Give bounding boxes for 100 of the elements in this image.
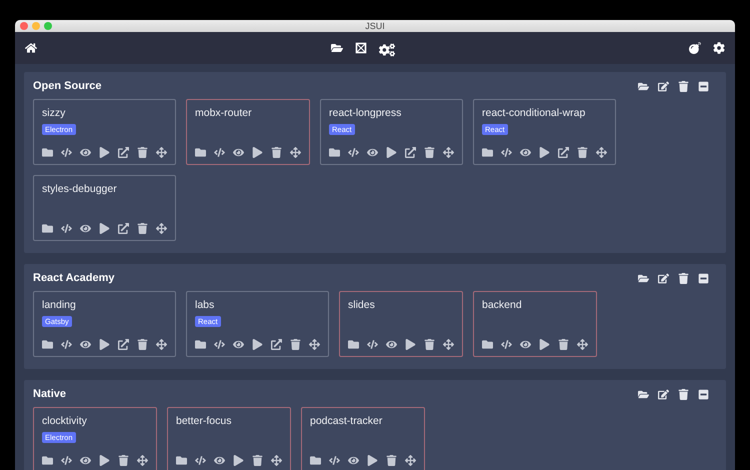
frame-icon[interactable]	[355, 42, 367, 54]
gears-icon[interactable]	[379, 42, 395, 54]
trash-icon[interactable]	[558, 339, 569, 350]
folder-icon[interactable]	[329, 147, 340, 158]
trash-icon[interactable]	[290, 339, 301, 350]
play-icon[interactable]	[405, 339, 416, 350]
trash-icon[interactable]	[577, 147, 588, 158]
folder-icon[interactable]	[42, 339, 53, 350]
external-link-icon[interactable]	[558, 147, 569, 158]
move-icon[interactable]	[405, 455, 416, 466]
play-icon[interactable]	[252, 147, 263, 158]
home-icon[interactable]	[25, 42, 37, 54]
trash-icon[interactable]	[137, 223, 148, 234]
folder-icon[interactable]	[482, 339, 493, 350]
trash-icon[interactable]	[678, 273, 689, 284]
folder-icon[interactable]	[348, 339, 359, 350]
project-name: clocktivity	[42, 415, 88, 427]
settings-icon[interactable]	[713, 42, 725, 54]
code-icon[interactable]	[367, 339, 378, 350]
move-icon[interactable]	[290, 147, 301, 158]
folder-icon[interactable]	[176, 455, 187, 466]
play-icon[interactable]	[252, 339, 263, 350]
project-name: react-longpress	[329, 107, 402, 119]
eye-icon[interactable]	[233, 339, 244, 350]
folder-icon[interactable]	[195, 339, 206, 350]
eye-icon[interactable]	[80, 147, 91, 158]
trash-icon[interactable]	[137, 147, 148, 158]
eye-icon[interactable]	[80, 223, 91, 234]
play-icon[interactable]	[367, 455, 378, 466]
eye-icon[interactable]	[348, 455, 359, 466]
collapse-icon[interactable]	[698, 81, 709, 92]
trash-icon[interactable]	[386, 455, 397, 466]
folder-icon[interactable]	[42, 223, 53, 234]
code-icon[interactable]	[195, 455, 206, 466]
trash-icon[interactable]	[252, 455, 263, 466]
code-icon[interactable]	[329, 455, 340, 466]
external-link-icon[interactable]	[405, 147, 416, 158]
eye-icon[interactable]	[386, 339, 397, 350]
code-icon[interactable]	[501, 339, 512, 350]
code-icon[interactable]	[61, 223, 72, 234]
play-icon[interactable]	[233, 455, 244, 466]
move-icon[interactable]	[156, 223, 167, 234]
collapse-icon[interactable]	[698, 273, 709, 284]
move-icon[interactable]	[309, 339, 320, 350]
trash-icon[interactable]	[118, 455, 129, 466]
move-icon[interactable]	[156, 147, 167, 158]
folder-icon[interactable]	[638, 389, 649, 400]
code-icon[interactable]	[61, 147, 72, 158]
move-icon[interactable]	[443, 147, 454, 158]
code-icon[interactable]	[348, 147, 359, 158]
eye-icon[interactable]	[520, 147, 531, 158]
eye-icon[interactable]	[520, 339, 531, 350]
folder-icon[interactable]	[638, 81, 649, 92]
code-icon[interactable]	[501, 147, 512, 158]
eye-icon[interactable]	[367, 147, 378, 158]
code-icon[interactable]	[214, 339, 225, 350]
trash-icon[interactable]	[137, 339, 148, 350]
eye-icon[interactable]	[80, 339, 91, 350]
project-name: mobx-router	[195, 107, 253, 119]
code-icon[interactable]	[61, 455, 72, 466]
collapse-icon[interactable]	[698, 389, 709, 400]
play-icon[interactable]	[386, 147, 397, 158]
play-icon[interactable]	[99, 223, 110, 234]
play-icon[interactable]	[539, 339, 550, 350]
folder-icon[interactable]	[331, 42, 343, 54]
edit-icon[interactable]	[658, 273, 669, 284]
trash-icon[interactable]	[678, 81, 689, 92]
folder-icon[interactable]	[638, 273, 649, 284]
external-link-icon[interactable]	[118, 223, 129, 234]
eye-icon[interactable]	[214, 455, 225, 466]
trash-icon[interactable]	[271, 147, 282, 158]
move-icon[interactable]	[271, 455, 282, 466]
move-icon[interactable]	[577, 339, 588, 350]
folder-icon[interactable]	[310, 455, 321, 466]
move-icon[interactable]	[156, 339, 167, 350]
eye-icon[interactable]	[80, 455, 91, 466]
code-icon[interactable]	[61, 339, 72, 350]
eye-icon[interactable]	[233, 147, 244, 158]
folder-icon[interactable]	[42, 147, 53, 158]
trash-icon[interactable]	[424, 339, 435, 350]
play-icon[interactable]	[539, 147, 550, 158]
external-link-icon[interactable]	[118, 147, 129, 158]
move-icon[interactable]	[137, 455, 148, 466]
trash-icon[interactable]	[678, 389, 689, 400]
folder-icon[interactable]	[482, 147, 493, 158]
play-icon[interactable]	[99, 339, 110, 350]
folder-icon[interactable]	[42, 455, 53, 466]
external-link-icon[interactable]	[271, 339, 282, 350]
edit-icon[interactable]	[658, 81, 669, 92]
folder-icon[interactable]	[195, 147, 206, 158]
move-icon[interactable]	[443, 339, 454, 350]
external-link-icon[interactable]	[118, 339, 129, 350]
play-icon[interactable]	[99, 455, 110, 466]
group-title: Open Source	[33, 80, 102, 92]
move-icon[interactable]	[596, 147, 607, 158]
trash-icon[interactable]	[424, 147, 435, 158]
edit-icon[interactable]	[658, 389, 669, 400]
code-icon[interactable]	[214, 147, 225, 158]
play-icon[interactable]	[99, 147, 110, 158]
bomb-icon[interactable]	[689, 42, 701, 54]
